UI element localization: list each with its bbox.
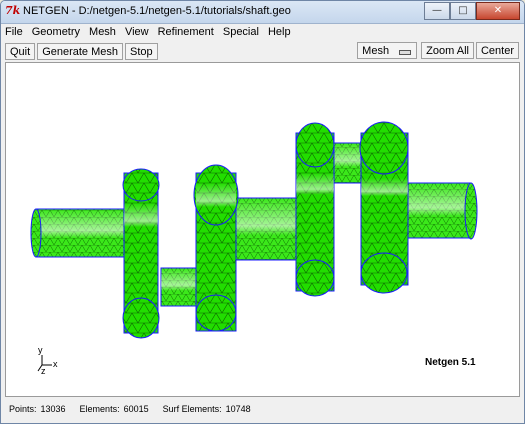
netgen-window: 7k NETGEN - D:/netgen-5.1/netgen-5.1/tut…	[0, 0, 525, 424]
menu-mesh[interactable]: Mesh	[89, 26, 116, 38]
points-label: Points:	[9, 404, 37, 414]
points-value: 13036	[40, 404, 66, 414]
right-shaft	[400, 182, 478, 240]
crank-web-2	[193, 164, 239, 332]
elements-value: 60015	[123, 404, 149, 414]
title-bar[interactable]: 7k NETGEN - D:/netgen-5.1/netgen-5.1/tut…	[1, 1, 524, 24]
zoom-all-button[interactable]: Zoom All	[421, 42, 474, 59]
3d-viewport[interactable]: y x z Netgen 5.1	[5, 62, 520, 397]
surf-elements-value: 10748	[225, 404, 251, 414]
menu-geometry[interactable]: Geometry	[32, 26, 80, 38]
tk-feather-icon: 7k	[5, 4, 21, 17]
generate-mesh-button[interactable]: Generate Mesh	[37, 42, 124, 60]
status-bar: Points: 13036 Elements: 60015 Surf Eleme…	[9, 404, 251, 414]
view-mode-select[interactable]: Mesh	[357, 42, 418, 59]
crank-web-1	[122, 168, 160, 339]
menu-file[interactable]: File	[5, 26, 23, 38]
menu-refinement[interactable]: Refinement	[158, 26, 214, 38]
crank-web-4	[359, 121, 409, 294]
quit-button[interactable]: Quit	[5, 42, 36, 60]
menu-help[interactable]: Help	[268, 26, 291, 38]
left-shaft	[30, 208, 132, 258]
axis-x-label: x	[53, 359, 58, 369]
stop-button[interactable]: Stop	[125, 42, 158, 60]
elements-label: Elements:	[79, 404, 120, 414]
menu-bar: File Geometry Mesh View Refinement Speci…	[1, 24, 524, 40]
window-title: NETGEN - D:/netgen-5.1/netgen-5.1/tutori…	[23, 5, 291, 17]
axis-y-label: y	[38, 345, 43, 355]
menu-view[interactable]: View	[125, 26, 149, 38]
version-label: Netgen 5.1	[425, 357, 476, 368]
center-button[interactable]: Center	[475, 42, 519, 59]
view-mode-value: Mesh	[362, 45, 390, 57]
dropdown-indicator-icon	[399, 50, 412, 55]
mesh-render	[30, 121, 478, 372]
axis-z-label: z	[41, 366, 46, 376]
close-button[interactable]: ✕	[476, 2, 520, 20]
toolbar: Quit Generate Mesh Stop Mesh Zoom All Ce…	[1, 40, 524, 62]
menu-special[interactable]: Special	[223, 26, 259, 38]
minimize-button[interactable]: —	[424, 2, 450, 20]
surf-elements-label: Surf Elements:	[162, 404, 222, 414]
maximize-button[interactable]: □	[450, 2, 476, 20]
crank-web-3	[295, 122, 335, 297]
